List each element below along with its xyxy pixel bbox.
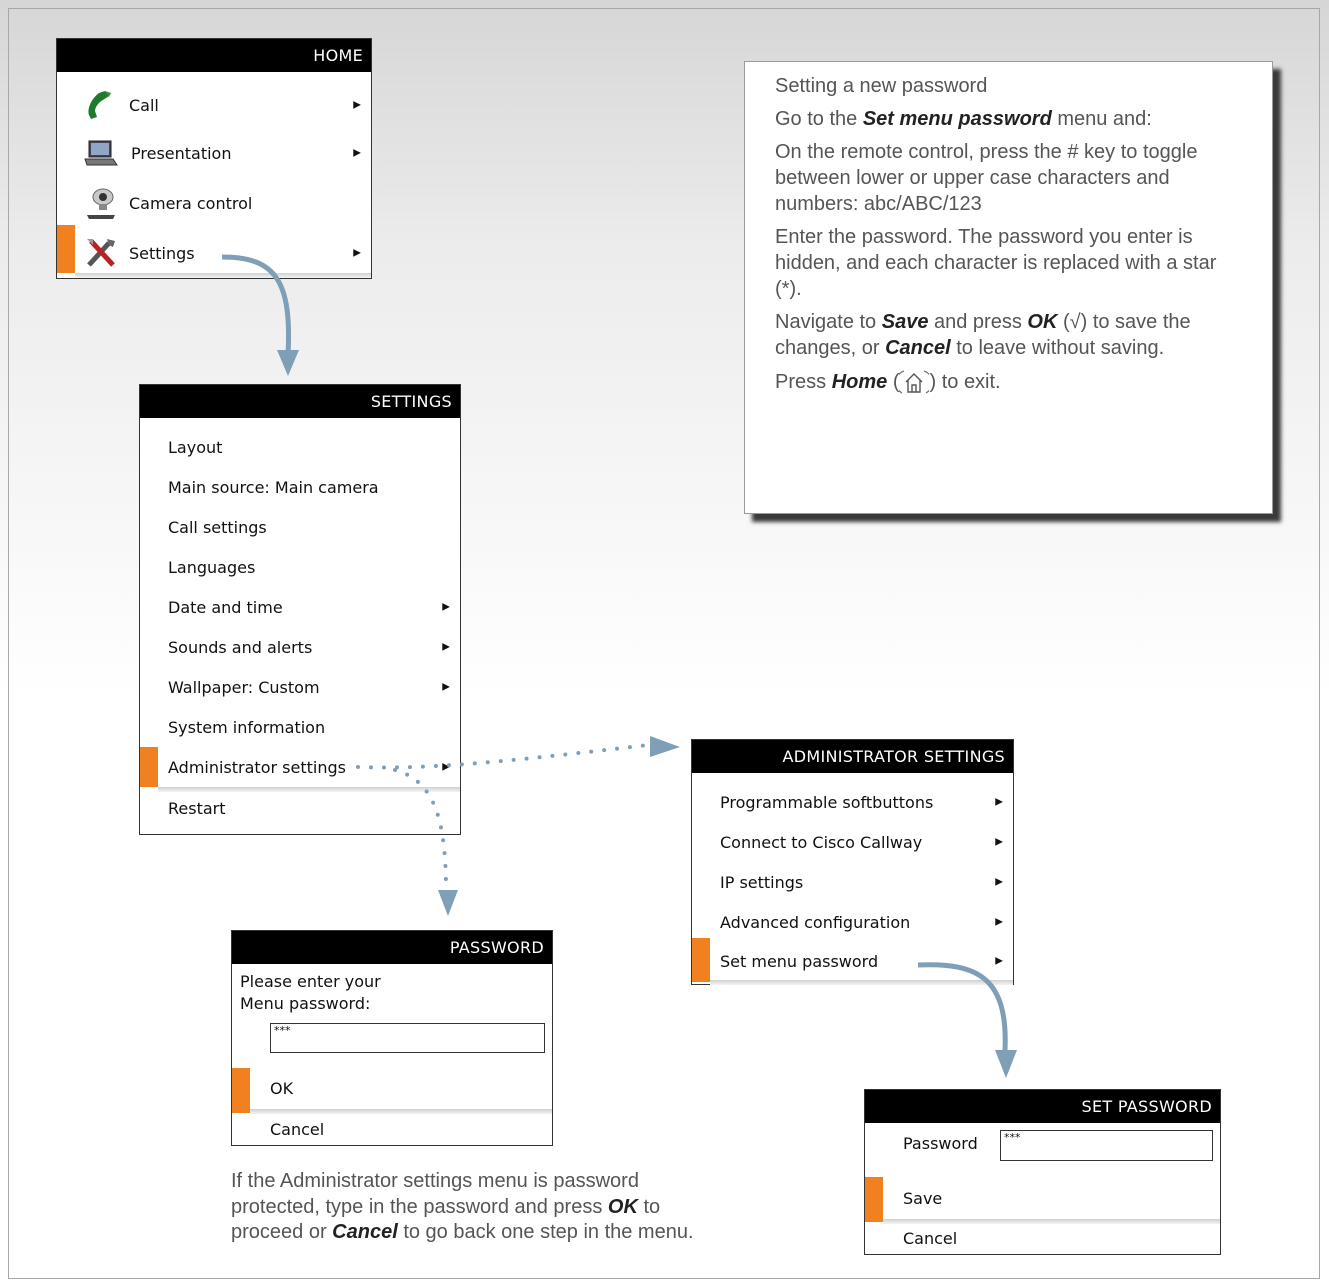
arrowhead-right xyxy=(650,736,680,757)
arrowhead-down xyxy=(277,350,299,376)
arrowhead-down xyxy=(995,1050,1017,1078)
connector-settings-to-admin xyxy=(356,743,650,770)
connector-admin-to-set-password xyxy=(917,962,1008,1051)
connector-home-to-settings xyxy=(221,254,292,356)
arrowhead-down xyxy=(438,890,458,916)
flow-connectors xyxy=(221,254,1017,1078)
connector-settings-to-password xyxy=(393,768,448,892)
